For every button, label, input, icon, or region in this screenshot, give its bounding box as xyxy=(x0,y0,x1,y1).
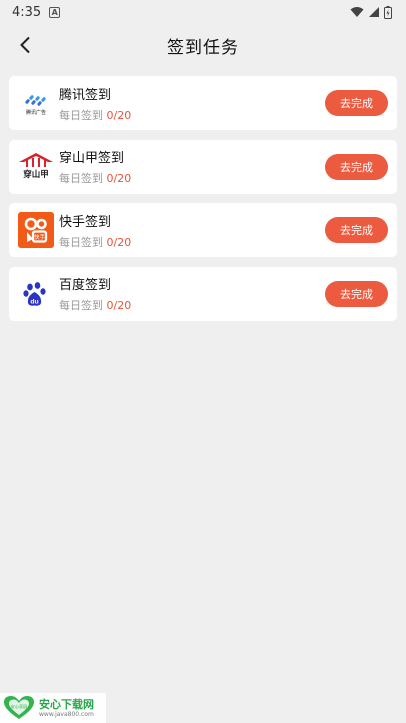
pangle-logo: 穿山甲 xyxy=(18,149,54,185)
watermark-title: 安心下载网 xyxy=(39,697,94,711)
complete-button-tencent[interactable]: 去完成 xyxy=(325,90,388,116)
task-card-pangle: 穿山甲 穿山甲签到 每日签到 0/20 去完成 xyxy=(9,139,397,194)
task-progress-label: 每日签到 xyxy=(59,172,107,185)
status-time: 4:35 xyxy=(12,4,42,20)
task-card-kuaishou: 快手 快手签到 每日签到 0/20 去完成 xyxy=(9,203,397,257)
task-progress-count: 0/20 xyxy=(106,108,132,122)
task-name: 穿山甲签到 xyxy=(59,151,125,166)
task-progress-label: 每日签到 xyxy=(59,299,107,312)
watermark: 安心家园 安心下载网 www.java800.com xyxy=(0,693,106,723)
heart-logo-icon: 安心家园 xyxy=(4,696,34,719)
task-progress: 每日签到 0/20 xyxy=(59,107,131,123)
baidu-logo-caption: du xyxy=(30,298,38,305)
task-list: 腾讯广告 腾讯签到 每日签到 0/20 去完成 穿山甲 穿山甲签到 每日签到 0… xyxy=(9,76,397,330)
task-progress: 每日签到 0/20 xyxy=(59,170,131,186)
back-button[interactable] xyxy=(10,30,40,60)
wifi-icon xyxy=(350,7,364,17)
tencent-logo-caption: 腾讯广告 xyxy=(26,109,46,116)
task-progress-count: 0/20 xyxy=(106,172,132,185)
task-progress-label: 每日签到 xyxy=(59,108,107,122)
task-progress-count: 0/20 xyxy=(106,299,132,312)
task-progress: 每日签到 0/20 xyxy=(59,234,131,250)
svg-text:快手: 快手 xyxy=(34,233,46,241)
watermark-url: www.java800.com xyxy=(39,710,94,718)
page-title: 签到任务 xyxy=(167,37,239,58)
chevron-left-icon xyxy=(20,36,30,54)
pangle-logo-caption: 穿山甲 xyxy=(23,169,49,180)
complete-button-kuaishou[interactable]: 去完成 xyxy=(325,217,388,243)
task-card-baidu: du 百度签到 每日签到 0/20 去完成 xyxy=(9,266,397,321)
tencent-ads-logo: 腾讯广告 xyxy=(18,85,54,121)
task-name: 快手签到 xyxy=(59,214,112,230)
task-card-tencent: 腾讯广告 腾讯签到 每日签到 0/20 去完成 xyxy=(9,76,397,130)
task-progress-label: 每日签到 xyxy=(59,235,107,249)
kuaishou-logo: 快手 xyxy=(18,212,54,248)
baidu-paw-logo: du xyxy=(18,276,54,312)
task-progress: 每日签到 0/20 xyxy=(59,297,131,313)
status-bar: 4:35 A xyxy=(0,0,406,24)
complete-button-baidu[interactable]: 去完成 xyxy=(325,280,388,307)
task-name: 腾讯签到 xyxy=(59,87,112,103)
signal-icon xyxy=(369,7,379,17)
battery-icon xyxy=(384,5,392,19)
task-name: 百度签到 xyxy=(59,278,112,293)
watermark-badge-text: 安心家园 xyxy=(11,703,28,710)
complete-button-pangle[interactable]: 去完成 xyxy=(325,153,388,180)
task-progress-count: 0/20 xyxy=(106,235,132,249)
app-header: 签到任务 xyxy=(0,24,406,66)
notification-a-icon: A xyxy=(49,6,61,18)
